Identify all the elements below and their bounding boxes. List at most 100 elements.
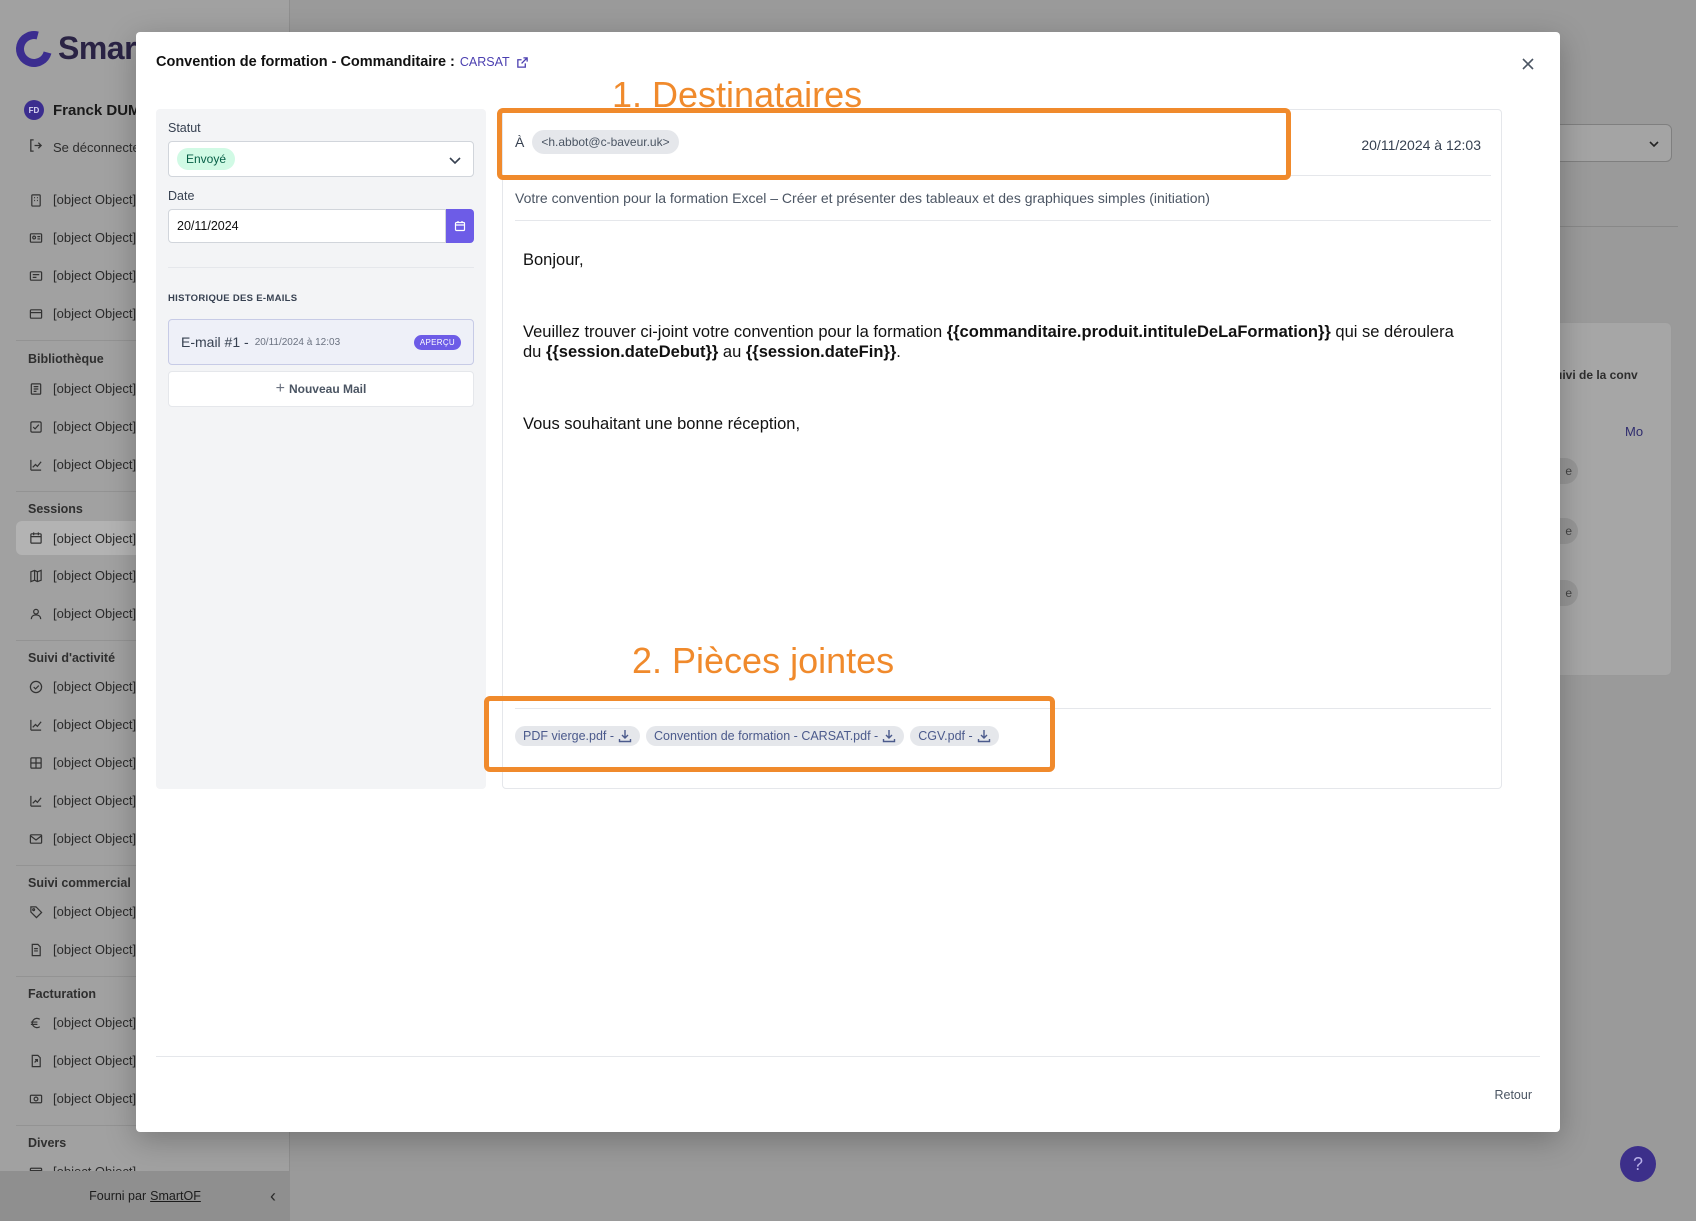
sidebar-item-label: [object Object] (53, 755, 137, 770)
user-icon (28, 606, 43, 621)
logo-mark-icon (9, 23, 59, 74)
avatar: FD (24, 100, 44, 120)
sidebar-item-label: [object Object] (53, 1053, 137, 1068)
divider (515, 220, 1491, 221)
trainer-icon (28, 268, 43, 283)
footer-divider (156, 1056, 1540, 1057)
checkbox-icon (28, 419, 43, 434)
sidebar-item[interactable]: [object Object] (28, 831, 136, 846)
sidebar-item[interactable]: [object Object] (28, 192, 136, 207)
chart-icon (28, 793, 43, 808)
footer-prefix: Fourni par (89, 1189, 147, 1203)
sidebar-item-label: [object Object] (53, 606, 137, 621)
status-select[interactable]: Envoyé (168, 141, 474, 177)
sidebar-item-label: [object Object] (53, 1091, 137, 1106)
external-link-icon (516, 56, 528, 68)
modal-title: Convention de formation - Commanditaire … (156, 54, 529, 70)
sidebar-item-label: [object Object] (53, 457, 137, 472)
divider (168, 267, 474, 268)
sidebar-item[interactable]: [object Object] (28, 457, 136, 472)
help-button[interactable]: ? (1620, 1146, 1656, 1182)
sidebar-item-label: [object Object] (53, 904, 137, 919)
back-button[interactable]: Retour (1494, 1088, 1532, 1102)
sidebar-item[interactable]: [object Object] (28, 419, 136, 434)
email-closing: Vous souhaitant une bonne réception, (523, 415, 801, 433)
template-variable: {{session.dateFin}} (745, 343, 897, 361)
logout-label: Se déconnecte (53, 139, 140, 155)
annotation-box-recipients (497, 108, 1291, 180)
user-profile[interactable]: FD Franck DUM (24, 100, 141, 120)
check-circle-icon (28, 679, 43, 694)
email-history-name: E-mail #1 - (181, 334, 249, 350)
sidebar-item[interactable]: [object Object] (28, 1053, 136, 1068)
sidebar-item[interactable]: [object Object] (28, 717, 136, 732)
document-icon (28, 942, 43, 957)
plus-icon: + (275, 380, 285, 397)
contacts-icon (28, 230, 43, 245)
sidebar-item-label: [object Object] (53, 679, 137, 694)
date-picker-button[interactable] (446, 209, 474, 243)
sidebar-item-label: [object Object] (53, 268, 137, 283)
commanditaire-link-label: CARSAT (459, 55, 510, 69)
sidebar-item[interactable]: [object Object] (28, 230, 136, 245)
email-preview: À <h.abbot@c-baveur.uk> 20/11/2024 à 12:… (502, 109, 1502, 789)
user-name: Franck DUM (53, 101, 141, 119)
sidebar-item-label: [object Object] (53, 1015, 137, 1030)
sidebar-item[interactable]: [object Object] (28, 306, 136, 321)
email-datetime: 20/11/2024 à 12:03 (1361, 137, 1481, 153)
email-greeting: Bonjour, (523, 251, 584, 269)
sidebar-item[interactable]: [object Object] (28, 268, 136, 283)
sidebar-item[interactable]: [object Object] (28, 568, 136, 583)
background-divider (1560, 226, 1678, 227)
sidebar-item[interactable]: [object Object] (28, 1091, 136, 1106)
preview-badge[interactable]: APERÇU (413, 335, 461, 350)
sidebar-item-label: [object Object] (53, 568, 137, 583)
template-variable: {{commanditaire.produit.intituleDeLaForm… (946, 323, 1331, 341)
sidebar-item[interactable]: [object Object] (28, 942, 136, 957)
sidebar-section-title: Facturation (28, 987, 97, 1001)
export-icon (28, 1053, 43, 1068)
body-text: au (718, 343, 746, 361)
chart-icon (28, 717, 43, 732)
sidebar-item-label: [object Object] (53, 192, 137, 207)
sidebar-item[interactable]: [object Object] (28, 1015, 136, 1030)
email-history-item[interactable]: E-mail #1 - 20/11/2024 à 12:03 APERÇU (168, 319, 474, 365)
collapse-sidebar-icon[interactable]: ‹ (270, 1186, 276, 1207)
logout-icon (28, 138, 43, 156)
logout-link[interactable]: Se déconnecte (28, 138, 140, 156)
sidebar-item-label: [object Object] (53, 942, 137, 957)
wallet-icon (28, 306, 43, 321)
sidebar-section-title: Suivi d'activité (28, 651, 116, 665)
date-label: Date (168, 189, 195, 203)
sidebar-footer: Fourni par SmartOF ‹ (0, 1171, 290, 1221)
background-link: Mo (1625, 424, 1644, 439)
sidebar-item[interactable]: [object Object] (28, 679, 136, 694)
template-variable: {{session.dateDebut}} (545, 343, 719, 361)
commanditaire-link[interactable]: CARSAT (460, 55, 529, 69)
sidebar-item-label: [object Object] (53, 530, 137, 546)
sidebar-item-label: [object Object] (53, 381, 137, 396)
sidebar-item[interactable]: [object Object] (28, 381, 136, 396)
sidebar-item[interactable]: [object Object] (28, 755, 136, 770)
background-table-header: uivi de la conv (1555, 368, 1638, 382)
sidebar-item[interactable]: [object Object] (28, 606, 136, 621)
cash-icon (28, 1091, 43, 1106)
sidebar-item[interactable]: [object Object] (28, 793, 136, 808)
email-body-paragraph: Veuillez trouver ci-joint votre conventi… (523, 322, 1463, 362)
product-icon (28, 381, 43, 396)
new-mail-button[interactable]: + Nouveau Mail (168, 371, 474, 407)
sidebar-item-label: [object Object] (53, 831, 137, 846)
sidebar-item-label: [object Object] (53, 230, 137, 245)
sidebar-item[interactable]: [object Object] (28, 904, 136, 919)
chart-icon (28, 457, 43, 472)
date-input[interactable]: 20/11/2024 (168, 209, 446, 243)
close-button[interactable] (1516, 52, 1540, 76)
mail-icon (28, 831, 43, 846)
close-icon (1522, 58, 1534, 70)
sidebar-item-label: [object Object] (53, 419, 137, 434)
status-label: Statut (168, 121, 201, 135)
sidebar-item-label: [object Object] (53, 793, 137, 808)
footer-link[interactable]: SmartOF (150, 1189, 201, 1203)
sidebar-section-title: Sessions (28, 502, 83, 516)
calendar-icon (28, 531, 43, 546)
